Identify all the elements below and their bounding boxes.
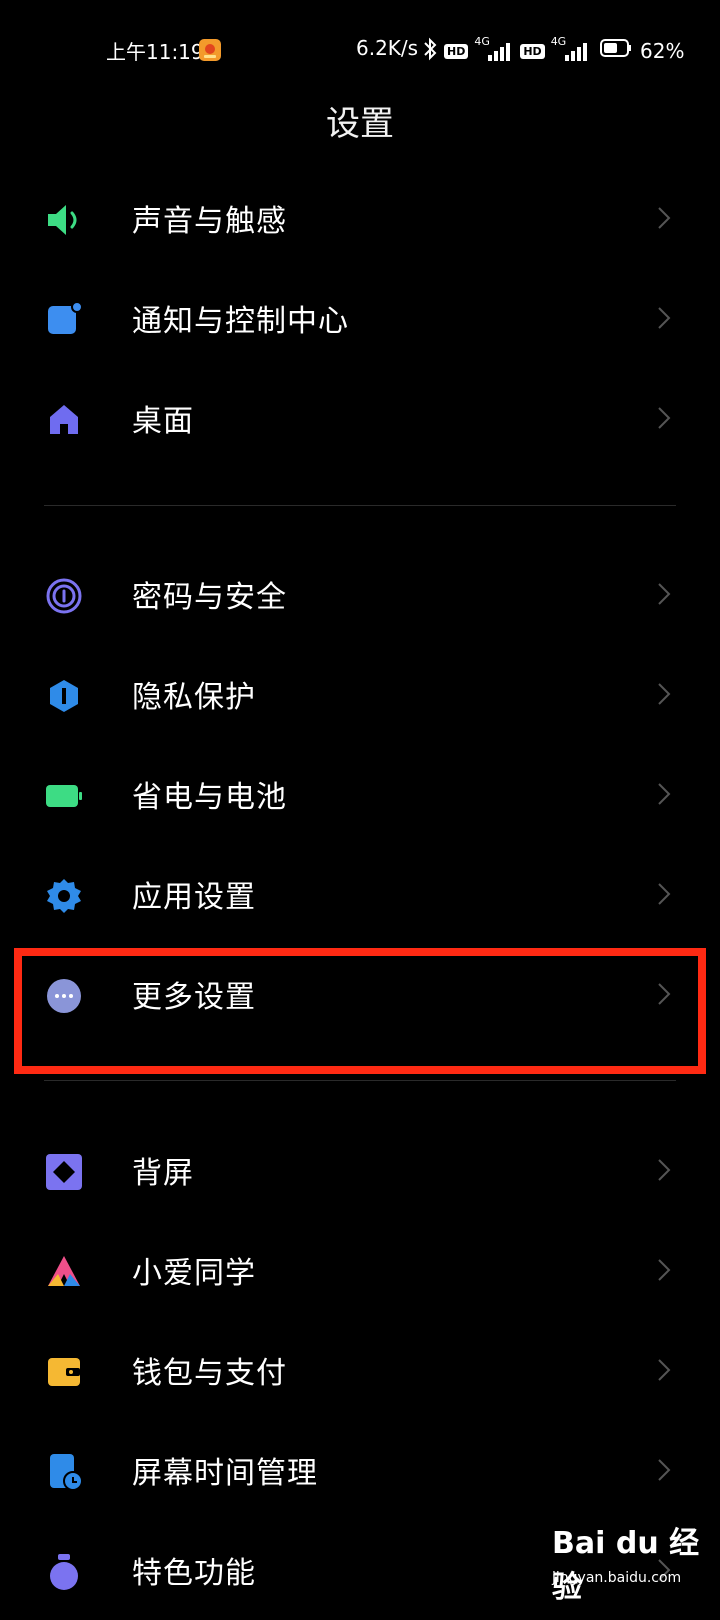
wallet-icon bbox=[44, 1352, 84, 1392]
section-divider bbox=[44, 505, 676, 506]
notification-icon bbox=[44, 300, 84, 340]
page-title: 设置 bbox=[326, 104, 394, 144]
battery-level-icon bbox=[600, 38, 632, 63]
bluetooth-icon bbox=[422, 37, 438, 66]
watermark-logo-text: Bai du 经验 bbox=[552, 1526, 700, 1605]
settings-item-app-settings[interactable]: 应用设置 bbox=[0, 844, 720, 944]
chevron-right-icon bbox=[650, 881, 676, 907]
section-divider bbox=[44, 1080, 676, 1081]
speaker-icon bbox=[44, 200, 84, 240]
battery-percent: 62% bbox=[640, 38, 685, 63]
privacy-shield-icon bbox=[44, 676, 84, 716]
settings-item-password-security[interactable]: 密码与安全 bbox=[0, 544, 720, 644]
signal-icon-1: 4G bbox=[474, 35, 514, 63]
chevron-right-icon bbox=[650, 1257, 676, 1283]
settings-item-battery[interactable]: 省电与电池 bbox=[0, 744, 720, 844]
chevron-right-icon bbox=[650, 581, 676, 607]
settings-item-desktop[interactable]: 桌面 bbox=[0, 368, 720, 468]
hd-badge-1: HD bbox=[444, 43, 469, 59]
settings-item-label: 钱包与支付 bbox=[132, 1356, 287, 1391]
chevron-right-icon bbox=[650, 1457, 676, 1483]
home-icon bbox=[44, 400, 84, 440]
rear-screen-icon bbox=[44, 1152, 84, 1192]
xiaoai-icon bbox=[44, 1252, 84, 1292]
battery-status: 62% bbox=[600, 38, 684, 63]
settings-item-label: 应用设置 bbox=[132, 880, 256, 915]
chevron-right-icon bbox=[650, 1357, 676, 1383]
settings-item-screen-time[interactable]: 屏幕时间管理 bbox=[0, 1420, 720, 1520]
settings-item-xiaoai[interactable]: 小爱同学 bbox=[0, 1220, 720, 1320]
status-bar: 上午11:19 6.2K/s HD 4G HD 4G 62% bbox=[0, 0, 720, 100]
feature-icon bbox=[44, 1552, 84, 1592]
network-speed: 6.2K/s bbox=[356, 36, 419, 60]
settings-item-sound[interactable]: 声音与触感 bbox=[0, 168, 720, 268]
chevron-right-icon bbox=[650, 205, 676, 231]
gear-icon bbox=[44, 876, 84, 916]
app-notification-icon bbox=[198, 38, 222, 62]
signal-icon-2: 4G bbox=[551, 35, 591, 63]
settings-item-label: 屏幕时间管理 bbox=[132, 1456, 318, 1491]
chevron-right-icon bbox=[650, 1157, 676, 1183]
fingerprint-icon bbox=[44, 576, 84, 616]
settings-item-label: 背屏 bbox=[132, 1156, 194, 1191]
battery-icon bbox=[44, 776, 84, 816]
chevron-right-icon bbox=[650, 681, 676, 707]
watermark-url: jingyan.baidu.com bbox=[552, 1570, 682, 1586]
highlight-annotation-box bbox=[14, 948, 706, 1074]
chevron-right-icon bbox=[650, 305, 676, 331]
settings-item-label: 声音与触感 bbox=[132, 204, 287, 239]
status-icons: HD 4G HD 4G bbox=[422, 35, 591, 66]
baidu-jingyan-watermark: Bai du 经验 jingyan.baidu.com bbox=[552, 1518, 702, 1605]
settings-item-wallet[interactable]: 钱包与支付 bbox=[0, 1320, 720, 1420]
settings-item-privacy[interactable]: 隐私保护 bbox=[0, 644, 720, 744]
status-time: 上午11:19 bbox=[106, 40, 204, 64]
settings-item-label: 省电与电池 bbox=[132, 780, 287, 815]
hd-badge-2: HD bbox=[520, 43, 545, 59]
settings-item-notifications[interactable]: 通知与控制中心 bbox=[0, 268, 720, 368]
settings-item-label: 桌面 bbox=[132, 404, 194, 439]
settings-item-label: 通知与控制中心 bbox=[132, 304, 349, 339]
chevron-right-icon bbox=[650, 405, 676, 431]
settings-item-rear-screen[interactable]: 背屏 bbox=[0, 1120, 720, 1220]
settings-item-label: 隐私保护 bbox=[132, 680, 256, 715]
settings-item-label: 密码与安全 bbox=[132, 580, 287, 615]
screen-time-icon bbox=[44, 1452, 84, 1492]
settings-item-label: 特色功能 bbox=[132, 1556, 256, 1591]
settings-item-label: 小爱同学 bbox=[132, 1256, 256, 1291]
chevron-right-icon bbox=[650, 781, 676, 807]
